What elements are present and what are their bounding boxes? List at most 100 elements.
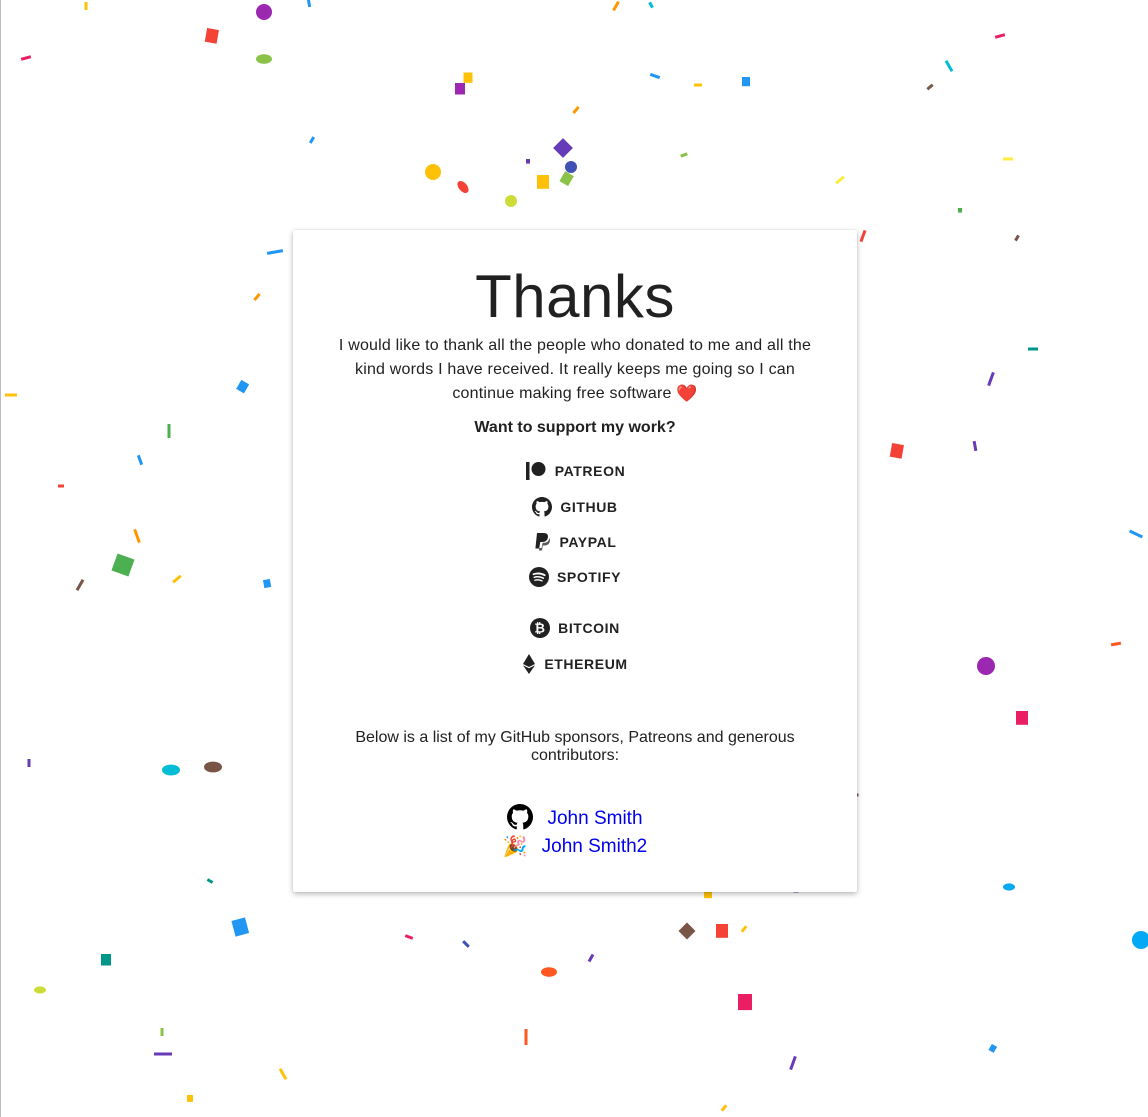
confetti-piece	[167, 424, 171, 438]
confetti-piece	[958, 208, 962, 213]
confetti-piece	[84, 2, 88, 10]
confetti-piece	[587, 953, 595, 963]
confetti-piece	[1014, 234, 1020, 242]
sponsor-item[interactable]: 🎉 John Smith2	[293, 833, 857, 861]
confetti-piece	[859, 229, 867, 243]
confetti-piece	[972, 440, 978, 452]
confetti-piece	[204, 761, 222, 773]
paypal-label: PAYPAL	[559, 534, 617, 550]
ethereum-icon	[522, 654, 536, 674]
confetti-piece	[154, 1052, 172, 1056]
sponsors-description: Below is a list of my GitHub sponsors, P…	[355, 729, 795, 764]
confetti-piece	[204, 28, 219, 44]
ethereum-label: ETHEREUM	[544, 656, 628, 672]
confetti-piece	[553, 138, 573, 158]
confetti-piece	[162, 764, 180, 776]
confetti-piece	[253, 292, 261, 302]
confetti-piece	[944, 60, 954, 72]
confetti-piece	[306, 0, 312, 8]
confetti-piece	[926, 83, 934, 91]
spotify-icon	[528, 567, 549, 587]
confetti-piece	[111, 553, 135, 577]
confetti-piece	[27, 759, 31, 767]
ethereum-link[interactable]: ETHEREUM	[293, 652, 857, 676]
confetti-piece	[172, 574, 182, 584]
sponsor-name-link[interactable]: John Smith	[547, 808, 642, 830]
patreon-link[interactable]: PATREON	[293, 459, 857, 483]
github-label: GITHUB	[560, 499, 618, 515]
svg-text:₿: ₿	[535, 622, 546, 637]
confetti-piece	[58, 484, 64, 488]
sponsor-item[interactable]: John Smith	[293, 803, 857, 833]
confetti-piece	[20, 55, 32, 61]
confetti-piece	[75, 579, 85, 591]
confetti-piece	[994, 33, 1006, 39]
confetti-piece	[136, 454, 144, 466]
bitcoin-link[interactable]: ₿ BITCOIN	[293, 616, 857, 640]
confetti-piece	[1028, 347, 1038, 351]
confetti-piece	[789, 1055, 797, 1071]
confetti-piece	[256, 54, 272, 64]
confetti-piece	[742, 77, 750, 87]
confetti-piece	[308, 136, 316, 144]
confetti-piece	[256, 4, 272, 20]
confetti-piece	[541, 967, 557, 977]
confetti-piece	[457, 180, 469, 194]
confetti-piece	[572, 105, 580, 115]
confetti-piece	[559, 171, 574, 187]
confetti-piece	[206, 878, 214, 884]
confetti-piece	[278, 1068, 288, 1080]
confetti-piece	[612, 0, 620, 12]
confetti-piece	[1129, 529, 1143, 539]
support-heading: Want to support my work?	[474, 419, 676, 436]
confetti-piece	[720, 1104, 728, 1112]
confetti-piece	[101, 954, 111, 966]
confetti-piece	[977, 657, 995, 675]
heart-emoji: ❤️	[676, 384, 698, 403]
confetti-piece	[1132, 931, 1148, 949]
bitcoin-label: BITCOIN	[558, 620, 620, 636]
confetti-piece	[537, 175, 549, 189]
confetti-piece	[987, 371, 995, 387]
confetti-piece	[1003, 157, 1013, 161]
confetti-piece	[988, 1043, 998, 1053]
confetti-piece	[694, 83, 702, 87]
sponsor-name-link[interactable]: John Smith2	[542, 836, 648, 858]
confetti-piece	[565, 161, 577, 173]
patreon-label: PATREON	[554, 463, 626, 479]
confetti-piece	[740, 925, 748, 933]
confetti-piece	[1110, 641, 1122, 647]
page-title: Thanks	[475, 263, 675, 330]
thanks-message-text: I would like to thank all the people who…	[338, 337, 812, 402]
github-icon	[532, 497, 553, 517]
confetti-piece	[187, 1095, 193, 1102]
thanks-card: Thanks I would like to thank all the peo…	[293, 230, 857, 892]
confetti-piece	[404, 934, 414, 940]
confetti-piece	[34, 986, 46, 994]
confetti-piece	[462, 940, 470, 948]
confetti-piece	[1003, 883, 1015, 891]
confetti-piece	[716, 924, 728, 938]
spotify-link[interactable]: SPOTIFY	[293, 565, 857, 589]
github-link[interactable]: GITHUB	[293, 495, 857, 519]
confetti-piece	[5, 393, 17, 397]
confetti-piece	[160, 1028, 164, 1036]
thanks-message: I would like to thank all the people who…	[323, 334, 827, 406]
confetti-piece	[236, 379, 250, 394]
confetti-piece	[649, 72, 661, 80]
confetti-piece	[678, 922, 696, 940]
confetti-piece	[648, 1, 654, 9]
patreon-icon	[525, 461, 547, 481]
confetti-piece	[266, 249, 284, 255]
confetti-piece	[262, 578, 272, 589]
confetti-piece	[680, 152, 688, 158]
window-left-border	[0, 0, 1, 1117]
paypal-link[interactable]: PAYPAL	[293, 530, 857, 554]
confetti-piece	[738, 994, 752, 1011]
confetti-piece	[524, 1029, 528, 1045]
confetti-piece	[889, 443, 904, 459]
spotify-label: SPOTIFY	[556, 569, 622, 585]
confetti-piece	[835, 175, 845, 185]
confetti-piece	[133, 528, 141, 544]
confetti-piece	[231, 917, 250, 937]
